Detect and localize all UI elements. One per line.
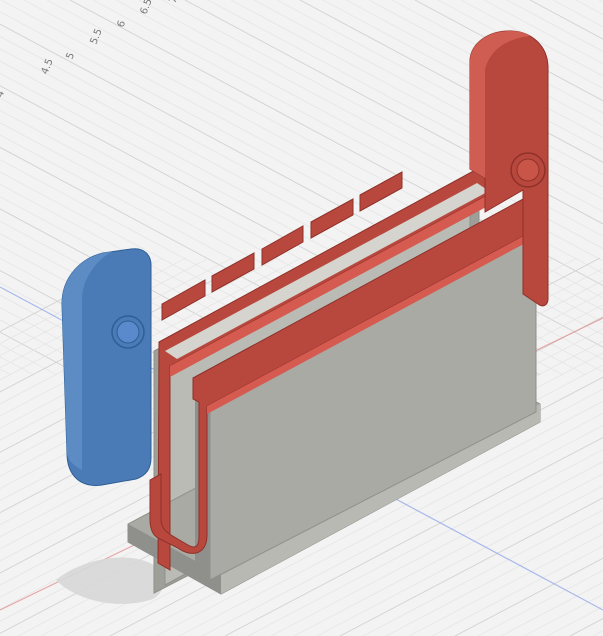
left-joycon-stick-cap bbox=[116, 320, 140, 344]
scene-canvas[interactable]: 4 4.5 5 5.5 6 6.5 7 bbox=[0, 0, 603, 636]
3d-viewport[interactable]: 4 4.5 5 5.5 6 6.5 7 bbox=[0, 0, 603, 636]
right-joycon-stick-cap bbox=[516, 158, 540, 182]
